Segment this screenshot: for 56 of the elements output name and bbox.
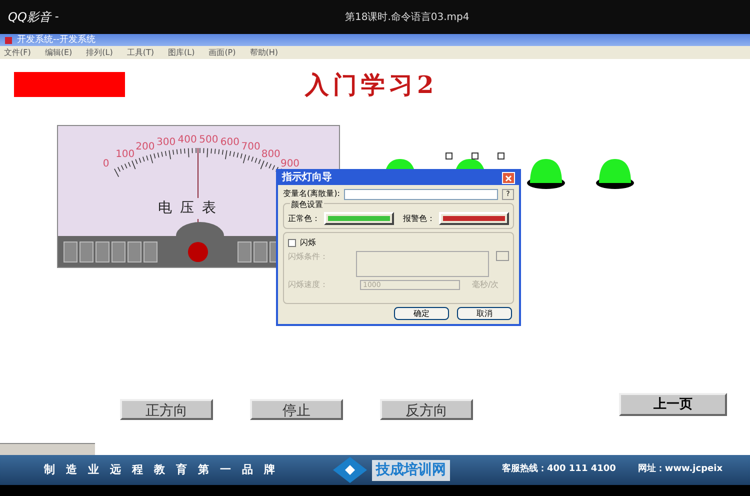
command-button[interactable]: 反方向 — [380, 399, 473, 420]
field-label: 变量名(离散量): — [283, 188, 340, 200]
menu-item[interactable]: 画面(P) — [208, 48, 236, 56]
handle-icon[interactable] — [498, 152, 504, 160]
menu-item[interactable]: 编辑(E) — [44, 48, 72, 56]
brand-name: 技成培训网 — [372, 460, 450, 480]
brand-logo-icon — [332, 456, 368, 484]
dialog-button[interactable]: 确定 — [394, 307, 449, 320]
handle-icon[interactable] — [446, 152, 452, 160]
scale-number: 500 — [199, 134, 218, 146]
player-menu-caret[interactable]: - — [54, 8, 59, 26]
field-label: 闪烁速度： — [288, 279, 329, 291]
window-title: 开发系统--开发系统 — [17, 36, 96, 44]
color-picker-button[interactable] — [439, 212, 509, 225]
handle-icon[interactable] — [472, 152, 478, 160]
app-icon — [4, 36, 13, 44]
banner-slogan: 制造业远程教育第一品牌 — [44, 462, 287, 478]
blink-checkbox[interactable] — [288, 239, 296, 247]
checkbox-label: 闪烁 — [300, 237, 316, 249]
menu-item[interactable]: 排列(L) — [86, 48, 113, 56]
scale-number: 700 — [241, 142, 260, 153]
variable-name-field[interactable] — [344, 188, 498, 200]
dialog-button[interactable]: 取消 — [457, 307, 512, 320]
command-button[interactable]: 停止 — [250, 399, 343, 420]
menu-item[interactable]: 帮助(H) — [250, 48, 278, 56]
color-picker-button[interactable] — [324, 212, 394, 225]
dialog-title: 指示灯向导 — [282, 173, 332, 183]
hotline-text: 客服热线：400 111 4100 — [502, 463, 616, 476]
scale-number: 200 — [136, 142, 155, 153]
previous-page-button[interactable]: 上一页 — [619, 393, 727, 416]
needle-hub — [176, 222, 224, 236]
close-button[interactable] — [502, 172, 515, 184]
scale-number: 400 — [178, 134, 197, 146]
color-label: 正常色： — [288, 212, 320, 224]
menu-item[interactable]: 文件(F) — [4, 48, 31, 56]
menu-item[interactable]: 图库(L) — [168, 48, 195, 56]
scale-number: 0 — [102, 158, 110, 170]
scale-number: 100 — [116, 149, 135, 160]
unit-label: 毫秒/次 — [472, 279, 499, 291]
indicator-light — [527, 159, 565, 189]
scale-number: 600 — [220, 136, 240, 148]
scale-number: 800 — [261, 149, 280, 160]
close-icon — [505, 174, 512, 182]
scale-number: 900 — [280, 158, 300, 170]
field-label: 闪烁条件： — [288, 251, 329, 263]
website-text: 网址：www.jcpeix — [638, 463, 723, 476]
color-label: 报警色： — [403, 212, 435, 224]
group-label: 颜色设置 — [290, 199, 324, 211]
blink-condition-field[interactable] — [356, 251, 489, 277]
indicator-light — [596, 159, 634, 189]
page-heading: 入门学习2 — [305, 69, 438, 101]
player-logo[interactable]: QQ影音 — [8, 8, 51, 26]
scale-number: 300 — [156, 136, 176, 148]
video-file-title: 第18课时.命令语言03.mp4 — [345, 10, 470, 24]
command-button[interactable]: 正方向 — [120, 399, 213, 420]
menu-item[interactable]: 工具(T) — [126, 48, 154, 56]
